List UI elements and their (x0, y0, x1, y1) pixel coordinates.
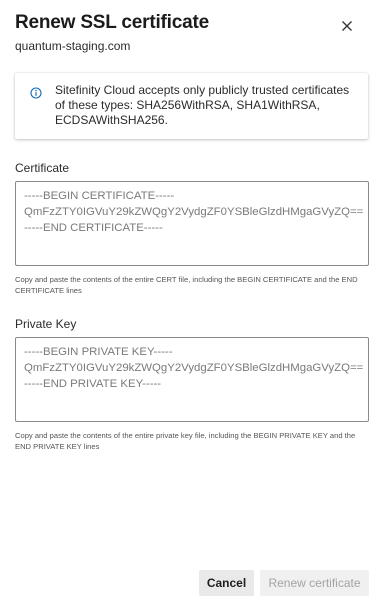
dialog-title: Renew SSL certificate (15, 12, 209, 33)
info-icon (30, 87, 42, 99)
certificate-label: Certificate (15, 161, 70, 175)
close-button[interactable] (338, 17, 356, 35)
domain-name: quantum-staging.com (15, 39, 131, 53)
certificate-textarea[interactable]: -----BEGIN CERTIFICATE----- QmFzZTY0IGVu… (15, 181, 369, 266)
private-key-textarea[interactable]: -----BEGIN PRIVATE KEY----- QmFzZTY0IGVu… (15, 337, 369, 422)
certificate-help-text: Copy and paste the contents of the entir… (15, 275, 358, 295)
close-icon (342, 21, 352, 31)
cancel-button[interactable]: Cancel (199, 570, 254, 596)
private-key-help-text: Copy and paste the contents of the entir… (15, 431, 356, 451)
renew-certificate-button[interactable]: Renew certificate (260, 570, 369, 596)
info-text: Sitefinity Cloud accepts only publicly t… (55, 83, 350, 127)
info-banner: Sitefinity Cloud accepts only publicly t… (15, 73, 368, 139)
renew-ssl-dialog: Renew SSL certificate quantum-staging.co… (0, 0, 380, 601)
private-key-label: Private Key (15, 317, 77, 331)
